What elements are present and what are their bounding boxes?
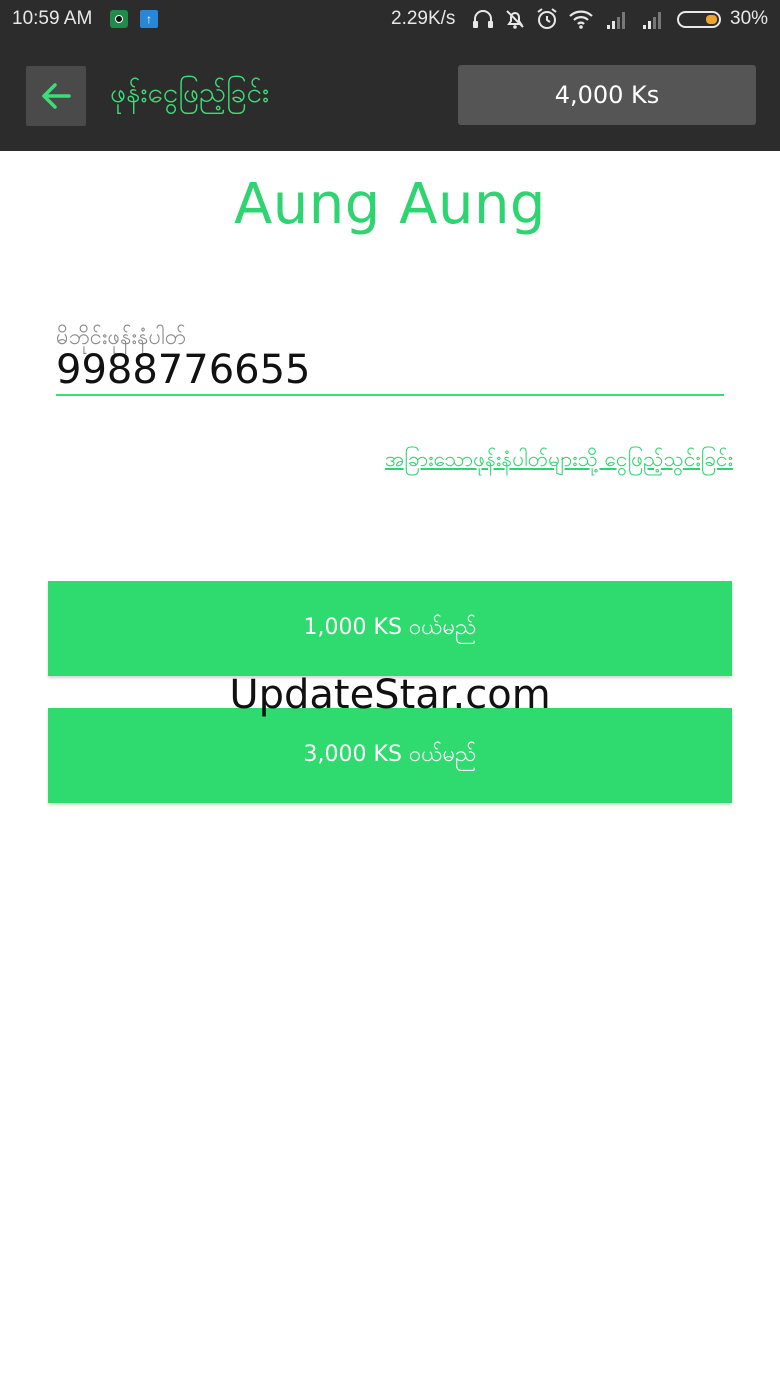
phone-number-input[interactable] [56,346,724,396]
headset-icon [473,10,493,28]
buy-3000-button[interactable]: 3,000 KS ဝယ်မည် [48,708,732,803]
status-time: 10:59 AM [12,8,93,29]
wifi-icon [569,10,593,29]
alarm-icon [537,8,557,29]
buy-button-label: 1,000 KS ဝယ်မည် [303,615,477,640]
app-bar: ဖုန်းငွေဖြည့်ခြင်း 4,000 Ks [0,40,780,151]
balance-value: 4,000 Ks [554,81,660,109]
balance-display: 4,000 Ks [458,65,756,125]
other-numbers-link[interactable]: အခြားသောဖုန်းနံပါတ်များသို့ ငွေဖြည့်သွင်… [197,446,733,477]
upload-icon: ↑ [140,10,158,28]
signal-icon [607,12,625,29]
buy-button-label: 3,000 KS ဝယ်မည် [303,742,477,767]
battery-level-fill [706,15,717,24]
signal-icon [643,12,661,29]
battery-percent: 30% [730,8,769,29]
back-button[interactable] [26,66,86,126]
page-title: ဖုန်းငွေဖြည့်ခြင်း [110,76,270,109]
arrow-left-icon [42,83,71,109]
app-notification-icon [110,10,128,28]
status-bar: 10:59 AM ↑ 2.29K/s 30% [0,0,780,40]
recipient-name: Aung Aung [234,172,546,237]
muted-bell-icon [506,10,524,29]
network-speed: 2.29K/s [391,8,456,29]
battery-icon [677,11,721,28]
buy-1000-button[interactable]: 1,000 KS ဝယ်မည် [48,581,732,676]
